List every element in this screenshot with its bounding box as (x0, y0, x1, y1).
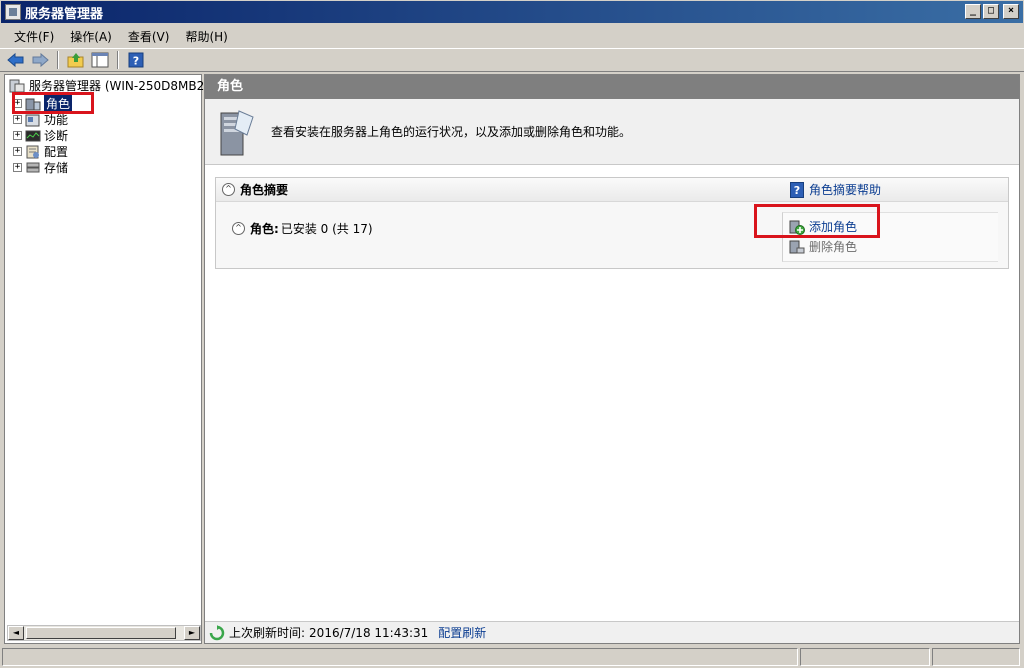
server-manager-icon (5, 4, 21, 20)
expand-icon[interactable]: + (13, 115, 22, 124)
help-icon: ? (790, 181, 804, 198)
tree-item-roles[interactable]: + 角色 (13, 95, 73, 112)
expand-icon[interactable]: + (13, 99, 22, 108)
tree-item-label: 角色 (44, 95, 73, 112)
status-cell-main (2, 648, 798, 666)
close-button[interactable]: × (1003, 4, 1019, 19)
help-button[interactable]: ? (126, 50, 146, 70)
up-button[interactable] (66, 50, 86, 70)
add-roles-label: 添加角色 (809, 220, 858, 234)
features-icon (25, 114, 40, 126)
last-refresh-label: 上次刷新时间: (229, 626, 306, 640)
forward-arrow-icon (32, 52, 49, 68)
back-button[interactable] (6, 50, 26, 70)
show-hide-tree-button[interactable] (90, 50, 110, 70)
intro-text: 查看安装在服务器上角色的运行状况，以及添加或删除角色和功能。 (271, 125, 632, 139)
roles-summary-title: 角色摘要 (240, 183, 289, 197)
show-hide-tree-icon (91, 52, 109, 68)
status-bar (0, 646, 1024, 668)
tree-item-storage[interactable]: + 存储 (13, 159, 68, 176)
maximize-button[interactable]: □ (983, 4, 999, 19)
tree-item-label: 诊断 (44, 129, 69, 143)
horizontal-scrollbar[interactable]: ◄ ► (7, 625, 201, 641)
roles-label: 角色: (250, 222, 279, 236)
server-manager-icon (9, 79, 25, 92)
diagnostics-icon (25, 130, 41, 141)
expand-icon[interactable]: + (13, 147, 22, 156)
details-pane: 角色 查看安装在服务器上角色的运行状况，以及添加或删除角色和功能。 ^ 角色摘要… (204, 74, 1020, 644)
tree-item-label: 配置 (44, 145, 69, 159)
configure-refresh-link[interactable]: 配置刷新 (438, 624, 486, 641)
page-title: 角色 (205, 75, 1019, 99)
menu-file[interactable]: 文件(F) (6, 28, 62, 45)
toolbar-separator (117, 51, 119, 69)
menu-bar: 文件(F) 操作(A) 查看(V) 帮助(H) (0, 24, 1024, 48)
configuration-icon (26, 145, 39, 158)
storage-icon (26, 162, 40, 172)
title-bar: 服务器管理器 _ □ × (0, 0, 1024, 24)
collapse-icon[interactable]: ^ (232, 222, 245, 235)
svg-text:?: ? (133, 55, 139, 68)
forward-button[interactable] (30, 50, 50, 70)
scroll-right-button[interactable]: ► (184, 626, 200, 640)
roles-summary-section: ^ 角色摘要 ? 角色摘要帮助 ^ 角色: 已安装 0 (共 17) 添加角色 (215, 177, 1009, 269)
toolbar: ? (0, 48, 1024, 72)
tree-root[interactable]: 服务器管理器 (WIN-250D8MB2MO (9, 77, 224, 94)
add-role-icon (789, 220, 805, 235)
back-arrow-icon (7, 52, 24, 68)
menu-view[interactable]: 查看(V) (120, 28, 178, 45)
help-icon: ? (128, 52, 144, 68)
toolbar-separator (57, 51, 59, 69)
tree-item-configuration[interactable]: + 配置 (13, 143, 68, 160)
roles-status-row: ^ 角色: 已安装 0 (共 17) (232, 220, 373, 237)
up-folder-icon (67, 53, 84, 68)
menu-action[interactable]: 操作(A) (62, 28, 120, 45)
scroll-left-button[interactable]: ◄ (8, 626, 24, 640)
console-tree[interactable]: 服务器管理器 (WIN-250D8MB2MO + 角色 + 功能 + 诊断 + (4, 74, 224, 644)
remove-roles-label: 删除角色 (809, 240, 858, 254)
refresh-icon (209, 624, 225, 640)
expand-icon[interactable]: + (13, 131, 22, 140)
roles-icon (25, 98, 41, 110)
server-role-icon (220, 109, 254, 155)
help-link-label: 角色摘要帮助 (809, 183, 882, 197)
remove-roles-link[interactable]: 删除角色 (789, 238, 857, 255)
status-cell-2 (800, 648, 930, 666)
intro-section: 查看安装在服务器上角色的运行状况，以及添加或删除角色和功能。 (205, 99, 1019, 165)
tree-root-label: 服务器管理器 (WIN-250D8MB2MO (29, 79, 225, 93)
roles-summary-header: ^ 角色摘要 ? 角色摘要帮助 (216, 178, 1008, 202)
add-roles-link[interactable]: 添加角色 (789, 218, 857, 235)
refresh-bar: 上次刷新时间: 2016/7/18 11:43:31 配置刷新 (205, 621, 1019, 643)
window-title: 服务器管理器 (25, 6, 104, 22)
menu-help[interactable]: 帮助(H) (177, 28, 235, 45)
scroll-thumb[interactable] (26, 627, 176, 639)
remove-role-icon (789, 240, 805, 253)
expand-icon[interactable]: + (13, 163, 22, 172)
roles-summary-help-link[interactable]: ? 角色摘要帮助 (790, 181, 881, 198)
last-refresh-time: 2016/7/18 11:43:31 (309, 625, 429, 640)
window-controls: _ □ × (965, 4, 1019, 19)
tree-item-label: 存储 (44, 161, 69, 175)
minimize-button[interactable]: _ (965, 4, 981, 19)
roles-status: 已安装 0 (共 17) (280, 222, 373, 236)
roles-actions: 添加角色 删除角色 (782, 212, 998, 262)
tree-item-features[interactable]: + 功能 (13, 111, 68, 128)
tree-item-diagnostics[interactable]: + 诊断 (13, 127, 68, 144)
tree-item-label: 功能 (44, 113, 69, 127)
collapse-icon[interactable]: ^ (222, 183, 235, 196)
status-cell-3 (932, 648, 1020, 666)
